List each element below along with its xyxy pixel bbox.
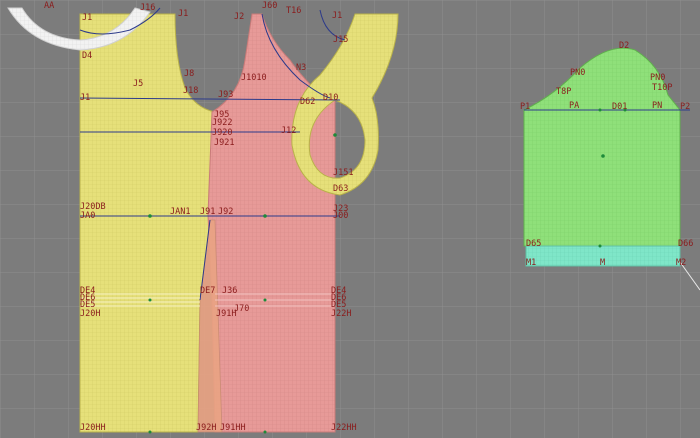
label-j60: J60 [262,1,277,11]
label-j922: J922 [212,118,232,128]
label-j22h: J22H [331,309,351,319]
label-n3: N3 [296,63,306,73]
label-j1b: J1 [332,11,342,21]
label-j92h: J92H [196,423,216,433]
label-j1a: J1 [82,13,92,23]
label-j92: J92 [218,207,233,217]
label-d01: D01 [612,102,627,112]
label-aa: AA [44,1,54,11]
label-m1: M1 [526,258,536,268]
label-d62: D62 [300,97,315,107]
label-pa: PA [569,101,579,111]
label-jan1: JAN1 [170,207,190,217]
pattern-canvas[interactable]: AA J1 J16 J2 J60 T16 J1 J15 J1 D4 J5 J8 … [0,0,700,438]
label-de7: DE7 [200,286,215,296]
label-j1c: J1 [80,93,90,103]
label-j18: J18 [183,86,198,96]
label-ja0: JA0 [80,211,95,221]
label-j1010: J1010 [241,73,267,83]
label-j2: J2 [234,12,244,22]
label-j151: J151 [333,168,353,178]
label-d2: D2 [619,41,629,51]
label-j22hh: J22HH [331,423,357,433]
label-p2: P2 [680,102,690,112]
label-d10: D10 [323,93,338,103]
label-pn0b: PN0 [650,73,665,83]
label-j20h: J20H [80,309,100,319]
label-pn: PN [652,101,662,111]
label-j91h: J91H [216,309,236,319]
label-j1z: J1 [178,9,188,19]
label-j15: J15 [333,35,348,45]
label-j5: J5 [133,79,143,89]
label-m: M [600,258,605,268]
label-t10p: T10P [652,83,672,93]
label-j91hh: J91HH [220,423,246,433]
label-d66: D66 [678,239,693,249]
label-j93: J93 [218,90,233,100]
label-j8: J8 [184,69,194,79]
label-j91: J91 [200,207,215,217]
label-d65: D65 [526,239,541,249]
label-d4: D4 [82,51,92,61]
label-t8p: T8P [556,87,571,97]
label-j00: J00 [333,211,348,221]
label-j16: J16 [140,3,155,13]
label-j920: J920 [212,128,232,138]
label-m2: M2 [676,258,686,268]
label-p1: P1 [520,102,530,112]
label-d63: D63 [333,184,348,194]
label-t16: T16 [286,6,301,16]
label-pn0a: PN0 [570,68,585,78]
label-j20hh: J20HH [80,423,106,433]
label-j921: J921 [214,138,234,148]
label-j12: J12 [281,126,296,136]
label-j36: J36 [222,286,237,296]
